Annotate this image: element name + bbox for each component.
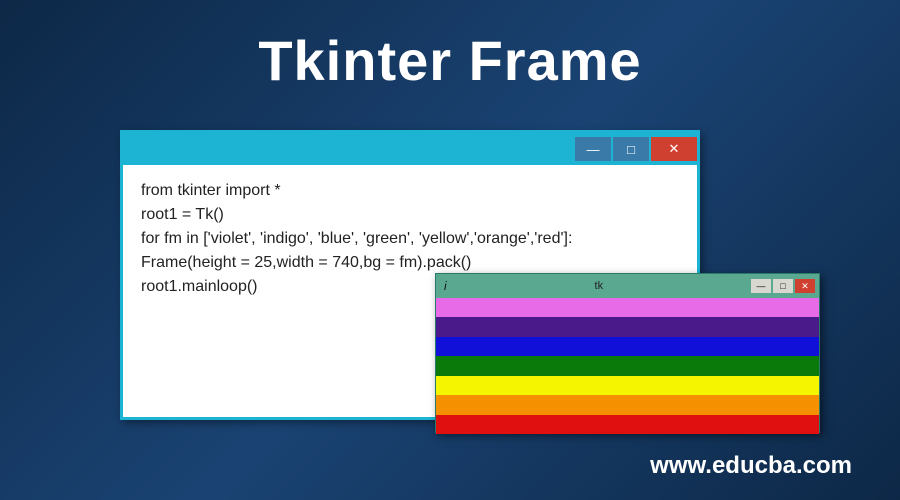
maximize-button[interactable]: □ xyxy=(613,137,649,161)
output-window-controls: — □ ✕ xyxy=(751,279,815,293)
footer-url: www.educba.com xyxy=(650,452,852,480)
code-titlebar: — □ ✕ xyxy=(123,133,697,165)
frame-blue xyxy=(436,337,819,356)
frame-violet xyxy=(436,298,819,317)
maximize-button[interactable]: □ xyxy=(773,279,793,293)
code-line: for fm in ['violet', 'indigo', 'blue', '… xyxy=(141,227,679,251)
code-line: from tkinter import * xyxy=(141,179,679,203)
frame-red xyxy=(436,415,819,434)
close-button[interactable]: ✕ xyxy=(651,137,697,161)
frame-orange xyxy=(436,395,819,414)
close-button[interactable]: ✕ xyxy=(795,279,815,293)
code-line: Frame(height = 25,width = 740,bg = fm).p… xyxy=(141,251,679,275)
minimize-button[interactable]: — xyxy=(751,279,771,293)
frame-indigo xyxy=(436,317,819,336)
output-window-title: tk xyxy=(451,280,747,292)
rainbow-frames xyxy=(436,298,819,434)
page-title: Tkinter Frame xyxy=(0,0,900,93)
output-window: i tk — □ ✕ xyxy=(435,273,820,433)
minimize-button[interactable]: — xyxy=(575,137,611,161)
output-titlebar: i tk — □ ✕ xyxy=(436,274,819,298)
code-line: root1 = Tk() xyxy=(141,203,679,227)
frame-yellow xyxy=(436,376,819,395)
frame-green xyxy=(436,356,819,375)
tk-feather-icon: i xyxy=(440,279,447,293)
